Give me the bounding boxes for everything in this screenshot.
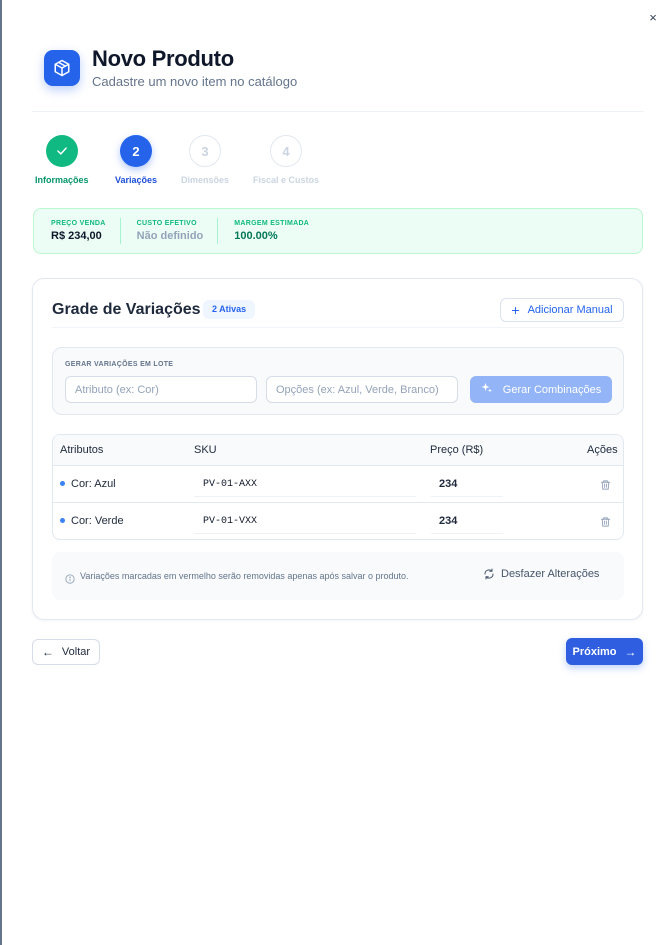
generate-label: Gerar Combinações [502,383,602,396]
sku-input[interactable] [194,509,416,534]
step-dimensoes[interactable]: 3 Dimensões [181,135,229,185]
summary-label: CUSTO EFETIVO [136,220,197,227]
table-row: Cor: Azul [53,466,623,503]
next-label: Próximo [572,645,617,658]
column-header-atributos: Atributos [60,444,104,456]
plus-icon: + [511,302,520,318]
check-icon [45,135,78,167]
summary-margem: MARGEM ESTIMADA 100.00% [234,220,309,242]
summary-label: PREÇO VENDA [51,220,106,227]
step-number: 2 [120,135,153,167]
step-informacoes[interactable]: Informações [35,135,89,185]
step-label: Fiscal e Custos [253,175,320,185]
column-header-acoes: Ações [587,444,618,456]
trash-icon[interactable] [600,478,611,490]
step-number: 4 [270,135,303,167]
summary-divider [217,218,219,244]
step-label: Informações [35,175,89,185]
price-summary: PREÇO VENDA R$ 234,00 CUSTO EFETIVO Não … [33,208,643,254]
column-header-sku: SKU [194,444,217,456]
sparkles-icon [481,382,493,397]
step-label: Variações [115,175,158,185]
add-manual-label: Adicionar Manual [527,304,613,316]
section-title: Grade de Variações [52,301,201,318]
step-label: Dimensões [181,175,230,185]
summary-value: R$ 234,00 [51,230,102,242]
summary-preco-venda: PREÇO VENDA R$ 234,00 [51,220,106,242]
card-divider [52,327,624,328]
next-button[interactable]: Próximo → [566,638,643,665]
variations-card: Grade de Variações 2 Ativas + Adicionar … [32,278,643,620]
summary-divider [119,218,121,244]
summary-label: MARGEM ESTIMADA [234,220,310,227]
add-manual-button[interactable]: + Adicionar Manual [500,298,624,322]
step-number: 3 [189,135,222,167]
batch-label: GERAR VARIAÇÕES EM LOTE [65,361,174,368]
back-button[interactable]: ← Voltar [32,639,100,665]
arrow-left-icon: ← [41,645,54,659]
sku-input[interactable] [194,472,416,497]
price-input[interactable] [431,509,503,534]
summary-value: 100.00% [234,230,278,242]
header-divider [32,111,644,112]
table-row: Cor: Verde [53,503,623,539]
close-icon[interactable]: × [646,11,660,25]
summary-value: Não definido [136,230,204,242]
batch-generator: GERAR VARIAÇÕES EM LOTE Gerar Combinaçõe… [52,347,624,415]
dialog-header: Novo Produto Cadastre um novo item no ca… [44,46,297,89]
undo-label: Desfazer Alterações [501,568,600,580]
status-dot [60,518,65,523]
step-variacoes[interactable]: 2 Variações [115,135,157,185]
arrow-right-icon: → [624,644,637,659]
page-title: Novo Produto [92,46,234,71]
refresh-icon [484,568,494,580]
status-badge: 2 Ativas [203,300,256,319]
column-header-preco: Preço (R$) [430,444,484,456]
window-edge [0,0,2,945]
status-dot [60,481,65,486]
step-fiscal-custos[interactable]: 4 Fiscal e Custos [253,135,319,185]
generate-combinations-button[interactable]: Gerar Combinações [470,376,612,403]
summary-custo-efetivo: CUSTO EFETIVO Não definido [137,220,204,242]
table-header: Atributos SKU Preço (R$) Ações [53,435,623,466]
info-text: Variações marcadas em vermelho serão rem… [80,571,409,581]
attribute-input[interactable] [65,376,257,403]
info-icon [65,571,75,584]
attribute-cell: Cor: Verde [71,515,124,527]
price-input[interactable] [431,472,503,497]
box-icon [44,49,80,86]
attribute-cell: Cor: Azul [71,478,116,490]
trash-icon[interactable] [600,515,611,527]
info-bar: Variações marcadas em vermelho serão rem… [52,552,624,600]
undo-changes-button[interactable]: Desfazer Alterações [483,568,599,580]
options-input[interactable] [266,376,458,403]
page-subtitle: Cadastre um novo item no catálogo [92,74,298,89]
back-label: Voltar [61,646,91,658]
variations-table: Atributos SKU Preço (R$) Ações Cor: Azul… [52,434,624,540]
